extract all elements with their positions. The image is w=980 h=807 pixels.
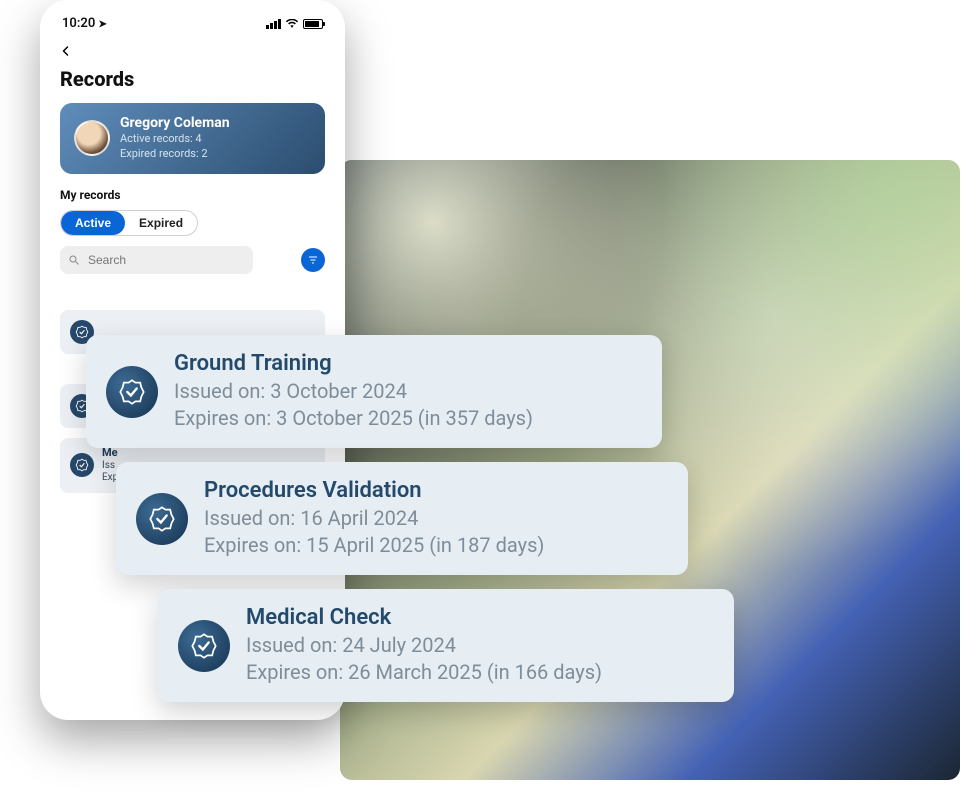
search-input[interactable] [60, 246, 253, 274]
status-bar: 10:20 ➤ [60, 14, 325, 41]
user-card[interactable]: Gregory Coleman Active records: 4 Expire… [60, 103, 325, 174]
record-card-body: Medical Check Issued on: 24 July 2024 Ex… [246, 605, 602, 686]
record-expires: Expires on: 15 April 2025 (in 187 days) [204, 532, 544, 559]
record-title: Ground Training [174, 351, 533, 376]
user-info: Gregory Coleman Active records: 4 Expire… [120, 115, 230, 162]
filter-button[interactable] [301, 248, 325, 272]
section-label: My records [60, 188, 325, 202]
status-time-wrap: 10:20 ➤ [62, 16, 107, 31]
verified-badge-icon [136, 493, 188, 545]
record-expires: Expires on: 3 October 2025 (in 357 days) [174, 405, 533, 432]
cell-signal-icon [266, 19, 281, 29]
record-issued: Issued on: 16 April 2024 [204, 505, 544, 532]
avatar [74, 120, 110, 156]
page-title: Records [60, 67, 325, 91]
user-name: Gregory Coleman [120, 115, 230, 131]
verified-badge-icon [178, 620, 230, 672]
record-card-body: Ground Training Issued on: 3 October 202… [174, 351, 533, 432]
location-arrow-icon: ➤ [98, 19, 106, 30]
user-active-count: Active records: 4 [120, 131, 230, 146]
record-card[interactable]: Medical Check Issued on: 24 July 2024 Ex… [158, 589, 734, 702]
filter-icon [307, 254, 319, 266]
record-card[interactable]: Procedures Validation Issued on: 16 Apri… [116, 462, 688, 575]
record-title: Procedures Validation [204, 478, 544, 503]
record-issued: Issued on: 3 October 2024 [174, 378, 533, 405]
search-row [60, 246, 325, 274]
record-card-body: Procedures Validation Issued on: 16 Apri… [204, 478, 544, 559]
user-expired-count: Expired records: 2 [120, 146, 230, 161]
status-right [266, 19, 323, 29]
search-wrap [60, 246, 293, 274]
battery-icon [303, 19, 323, 29]
tab-segmented: Active Expired [60, 210, 198, 236]
verified-badge-icon [106, 366, 158, 418]
back-button[interactable] [60, 41, 80, 61]
record-expires: Expires on: 26 March 2025 (in 166 days) [246, 659, 602, 686]
search-icon [68, 254, 80, 266]
status-time: 10:20 [62, 16, 95, 31]
tab-expired[interactable]: Expired [125, 211, 197, 235]
record-issued: Issued on: 24 July 2024 [246, 632, 602, 659]
tab-active[interactable]: Active [61, 211, 125, 235]
record-title: Medical Check [246, 605, 602, 630]
record-card[interactable]: Ground Training Issued on: 3 October 202… [86, 335, 662, 448]
verified-badge-icon [70, 453, 94, 477]
wifi-icon [285, 19, 299, 29]
